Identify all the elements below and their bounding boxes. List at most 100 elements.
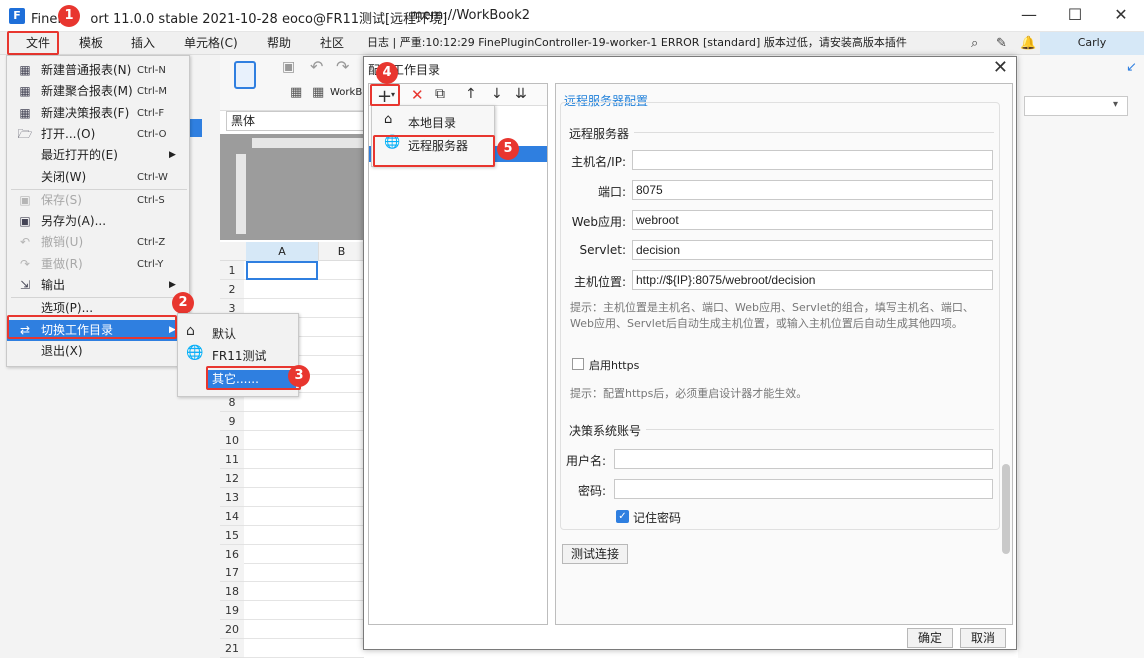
file-menu-item-label: 保存(S) [41, 192, 82, 207]
scrollbar[interactable] [1002, 464, 1010, 554]
menu-community[interactable]: 社区 [320, 32, 344, 55]
file-menu-item[interactable]: ▦ 新建普通报表(N) Ctrl-N [7, 60, 189, 81]
menu-template[interactable]: 模板 [79, 32, 103, 55]
delete-icon[interactable]: ✕ [411, 86, 424, 104]
ok-button[interactable]: 确定 [907, 628, 953, 648]
shortcut-hint: Ctrl-M [137, 86, 168, 98]
grid-icon: ▦ [19, 105, 31, 120]
row-number[interactable]: 17 [220, 563, 244, 583]
save-icon: ▣ [19, 192, 31, 207]
selected-cell-a1[interactable] [246, 261, 318, 280]
servlet-label: Servlet: [579, 243, 627, 257]
location-input[interactable]: http://${IP}:8075/webroot/decision [632, 270, 993, 290]
test-connection-button[interactable]: 测试连接 [562, 544, 628, 564]
row-number[interactable]: 15 [220, 525, 244, 545]
file-menu-item-label: 最近打开的(E) [41, 148, 118, 163]
webapp-input[interactable]: webroot [632, 210, 993, 230]
log-status[interactable]: 日志 | 严重:10:12:29 FinePluginController-19… [367, 32, 907, 55]
save-as-icon: ▣ [19, 214, 31, 229]
file-menu-item-label: 关闭(W) [41, 169, 87, 184]
file-menu-item[interactable]: ⇲ 输出 ▶ [7, 275, 189, 296]
app-logo-icon: F [9, 8, 25, 24]
row-number[interactable]: 19 [220, 601, 244, 621]
row-number[interactable]: 21 [220, 639, 244, 658]
column-a-header[interactable]: A [246, 242, 318, 261]
row-number[interactable]: 2 [220, 279, 244, 299]
file-menu-item[interactable]: 最近打开的(E) ▶ [7, 145, 189, 166]
shortcut-hint: Ctrl-Y [137, 258, 164, 270]
step-badge-5: 5 [497, 138, 519, 160]
column-header-row: A B [220, 242, 364, 261]
port-input[interactable]: 8075 [632, 180, 993, 200]
right-panel-select[interactable]: ▾ [1024, 96, 1128, 116]
file-menu-item[interactable]: ▦ 新建决策报表(F) Ctrl-F [7, 103, 189, 124]
minimize-button[interactable]: — [1006, 0, 1052, 32]
row-number[interactable]: 1 [220, 261, 244, 280]
row-number[interactable]: 18 [220, 582, 244, 602]
sort-icon[interactable]: ⇊ [515, 86, 527, 102]
arrow-up-icon[interactable]: ↑ [465, 86, 477, 102]
file-menu-item[interactable]: 退出(X) [7, 341, 189, 362]
server-icon[interactable] [234, 61, 256, 89]
file-menu-item: ▣ 保存(S) Ctrl-S [7, 190, 189, 211]
font-select[interactable]: 黑体 [226, 111, 364, 131]
notes-icon[interactable]: ✎ [996, 36, 1007, 51]
grid-icon[interactable]: ▦ [290, 85, 302, 100]
row-number[interactable]: 20 [220, 620, 244, 640]
password-input[interactable] [614, 479, 993, 499]
row-number[interactable]: 11 [220, 450, 244, 469]
cancel-button[interactable]: 取消 [960, 628, 1006, 648]
chevron-right-icon: ▶ [169, 280, 176, 290]
grid-line [244, 562, 364, 564]
ruler [252, 138, 364, 148]
row-number[interactable]: 12 [220, 468, 244, 488]
user-account[interactable]: Carly [1040, 32, 1144, 55]
grid-icon[interactable]: ▦ [312, 85, 324, 100]
file-menu-item-label: 重做(R) [41, 256, 83, 271]
file-menu-item[interactable]: ▣ 另存为(A)... [7, 211, 189, 232]
title-bar: F FineR ort 11.0.0 stable 2021-10-28 eoco… [0, 0, 1144, 32]
grid-icon: ▦ [19, 84, 31, 99]
submenu-fr11[interactable]: FR11测试 [212, 347, 267, 364]
file-menu-item[interactable]: 🗁 打开...(O) Ctrl-O [7, 124, 189, 145]
menu-help[interactable]: 帮助 [267, 32, 291, 55]
section-account: 决策系统账号 [569, 424, 642, 438]
host-input[interactable] [632, 150, 993, 170]
undo-icon[interactable]: ↶ [310, 57, 323, 76]
https-checkbox[interactable] [572, 358, 584, 370]
bell-icon[interactable]: 🔔 [1020, 36, 1036, 51]
submenu-default[interactable]: 默认 [212, 325, 236, 342]
right-panel [1018, 55, 1144, 658]
ruler-vertical [236, 154, 246, 234]
grid-line [244, 411, 364, 413]
remember-checkbox[interactable]: ✓ [616, 510, 629, 523]
row-number[interactable]: 13 [220, 487, 244, 507]
column-b-header[interactable]: B [318, 242, 364, 261]
redo-icon[interactable]: ↷ [336, 57, 349, 76]
expand-icon[interactable]: ↙ [1126, 60, 1137, 75]
file-menu-item[interactable]: ▦ 新建聚合报表(M) Ctrl-M [7, 81, 189, 102]
dialog-close-icon[interactable]: ✕ [993, 57, 1008, 78]
chevron-right-icon: ▶ [169, 150, 176, 161]
row-number[interactable]: 9 [220, 412, 244, 432]
search-icon[interactable]: ⌕ [971, 36, 978, 51]
close-window-button[interactable]: ✕ [1098, 0, 1144, 32]
file-menu-item[interactable]: 关闭(W) Ctrl-W [7, 167, 189, 188]
row-number[interactable]: 10 [220, 431, 244, 451]
workbook-tab[interactable]: WorkB [330, 87, 362, 98]
file-menu-item: ↷ 重做(R) Ctrl-Y [7, 254, 189, 275]
popup-local-dir[interactable]: 本地目录 [408, 114, 456, 131]
maximize-button[interactable]: ☐ [1052, 0, 1098, 32]
save-icon[interactable]: ▣ [282, 59, 295, 75]
menu-insert[interactable]: 插入 [131, 32, 155, 55]
home-icon: ⌂ [384, 112, 393, 127]
row-number[interactable]: 14 [220, 506, 244, 526]
row-number[interactable]: 16 [220, 544, 244, 564]
grid-line [244, 524, 364, 526]
username-input[interactable] [614, 449, 993, 469]
home-icon: ⌂ [186, 323, 195, 339]
copy-icon[interactable]: ⧉ [435, 86, 445, 102]
arrow-down-icon[interactable]: ↓ [491, 86, 503, 102]
menu-cell[interactable]: 单元格(C) [184, 32, 238, 55]
servlet-input[interactable]: decision [632, 240, 993, 260]
